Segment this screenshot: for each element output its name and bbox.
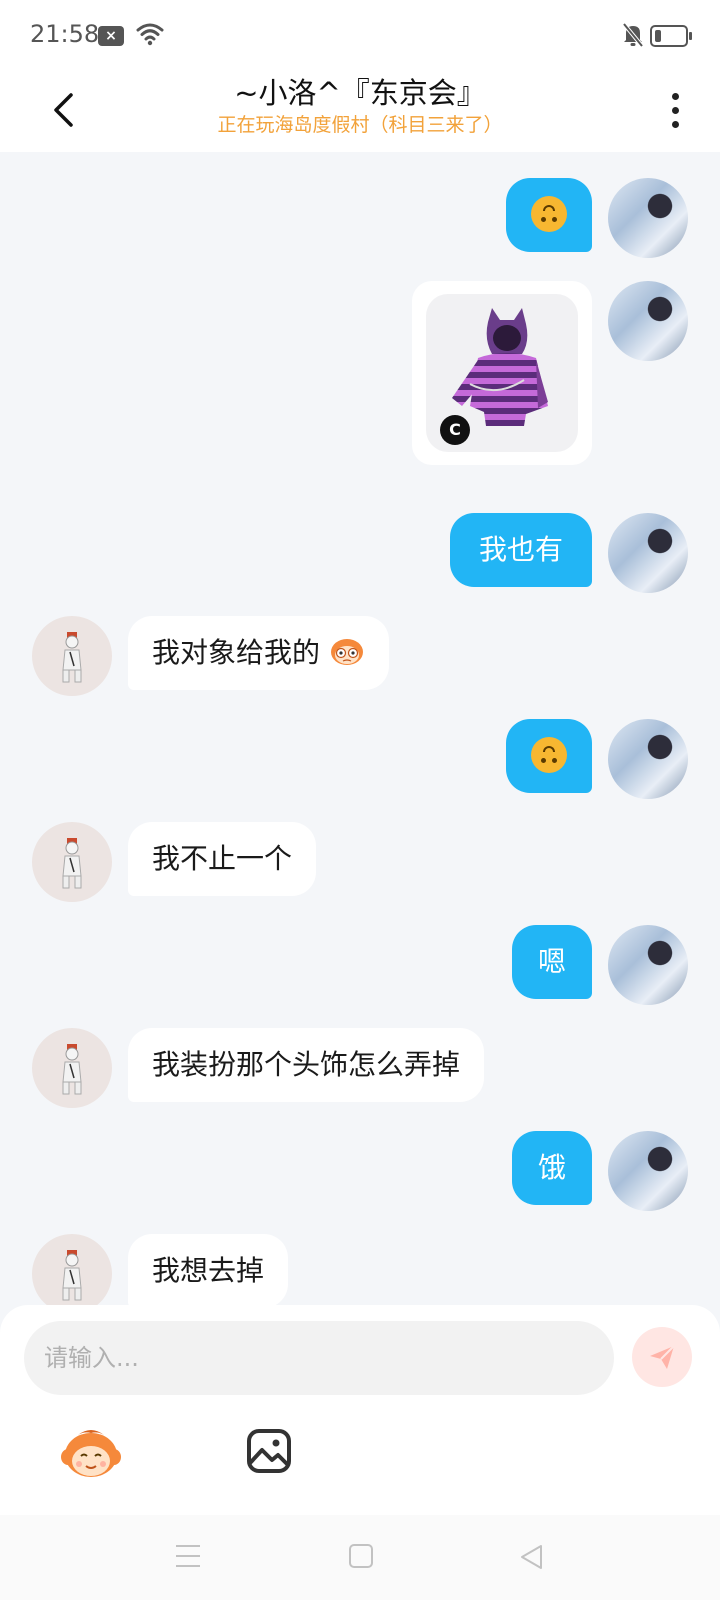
upside-down-face-icon [531, 196, 567, 232]
back-triangle-icon[interactable] [518, 1543, 544, 1571]
wifi-icon [136, 23, 164, 46]
contact-avatar-figure [62, 632, 82, 683]
message-input[interactable] [24, 1321, 614, 1395]
my-avatar[interactable] [608, 513, 688, 593]
battery-icon [650, 25, 692, 47]
bell-muted-icon [622, 22, 644, 48]
upside-down-face-icon [531, 737, 567, 773]
my-message-bubble[interactable]: 嗯 [512, 925, 592, 999]
sticker-c-badge: C [440, 415, 470, 445]
message-text: 我对象给我的 [152, 636, 321, 669]
my-message-bubble[interactable]: 饿 [512, 1131, 592, 1205]
contact-avatar[interactable] [32, 616, 112, 696]
notification-x-icon: × [98, 26, 124, 46]
back-button[interactable] [38, 82, 88, 138]
my-message-bubble[interactable] [506, 178, 592, 252]
send-icon [650, 1345, 675, 1369]
contact-message-bubble[interactable]: 我装扮那个头饰怎么弄掉 [128, 1028, 485, 1102]
contact-avatar[interactable] [32, 822, 112, 902]
purple-hoodie-sticker: C [426, 294, 578, 452]
status-bar: 21:58 × [0, 0, 720, 70]
more-dot-icon [671, 120, 679, 128]
my-message-bubble[interactable] [506, 719, 592, 793]
more-dot-icon [671, 92, 679, 100]
recent-apps-button[interactable] [176, 1545, 200, 1567]
monkey-emoji-icon [330, 639, 363, 665]
chevron-left-icon [54, 93, 73, 127]
my-avatar[interactable] [608, 178, 688, 258]
my-message-bubble[interactable]: 我也有 [450, 513, 592, 587]
my-avatar[interactable] [608, 719, 688, 799]
contact-message-bubble[interactable]: 我想去掉 [128, 1234, 289, 1308]
more-options-button[interactable] [660, 84, 690, 136]
more-dot-icon [671, 106, 679, 114]
contact-avatar[interactable] [32, 1234, 112, 1314]
my-avatar[interactable] [608, 281, 688, 361]
my-avatar[interactable] [608, 1131, 688, 1211]
chat-header: ~小洛^『东京会』 正在玩海岛度假村（科目三来了） [0, 70, 720, 152]
monkey-face-icon[interactable] [60, 1425, 122, 1481]
my-avatar[interactable] [608, 925, 688, 1005]
image-icon[interactable] [246, 1428, 292, 1474]
chat-subtitle-status: 正在玩海岛度假村（科目三来了） [217, 114, 503, 136]
send-button[interactable] [632, 1327, 692, 1387]
contact-avatar-figure [62, 1250, 82, 1301]
status-time: 21:58 [30, 20, 100, 48]
contact-message-bubble[interactable]: 我对象给我的 [128, 616, 389, 690]
contact-avatar[interactable] [32, 1028, 112, 1108]
system-navigation-bar [0, 1515, 720, 1600]
chat-title: ~小洛^『东京会』 [234, 76, 486, 110]
composer-panel [0, 1305, 720, 1515]
home-button[interactable] [349, 1544, 373, 1568]
contact-message-bubble[interactable]: 我不止一个 [128, 822, 317, 896]
sticker-message-card[interactable]: C [412, 281, 592, 465]
contact-avatar-figure [62, 838, 82, 889]
contact-avatar-figure [62, 1044, 82, 1095]
